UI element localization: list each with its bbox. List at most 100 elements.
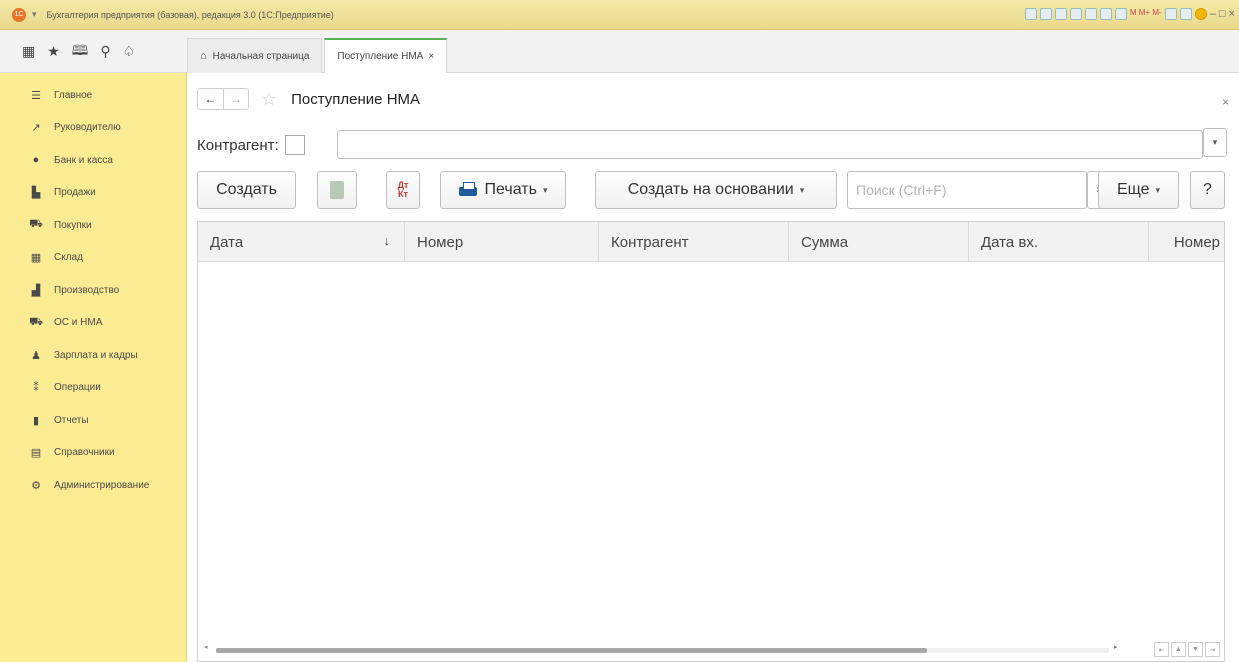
sidebar-item[interactable]: ⚙ Администрирование [0,469,186,502]
calendar-icon[interactable] [1099,8,1112,20]
copy-icon[interactable] [1084,8,1097,20]
column-header-incoming-number[interactable]: Номер [1149,222,1224,262]
section-icon: ↗ [31,122,41,135]
create-button-label: Создать [216,181,277,198]
sidebar-item-label: Руководителю [54,122,121,134]
tab-postuplenie-nma[interactable]: Поступление НМА × [324,38,448,73]
search-icon[interactable]: ⚲ [100,43,110,60]
sidebar-item[interactable]: ⛟ Покупки [0,209,186,242]
chevron-down-icon: ▾ [1155,184,1161,195]
tab-active-label: Поступление НМА [337,51,424,62]
sidebar-item[interactable]: ↗ Руководителю [0,112,186,145]
sections-sidebar: ☰ Главное ↗ Руководителю ● Банк и касса ▙ Прода… [0,73,187,662]
section-icon: ⁑ [33,382,39,395]
main-content: ← → ☆ Поступление НМА × Контрагент: ▾ Со… [187,73,1239,662]
home-icon: ⌂ [200,50,207,62]
chevron-down-icon: ▾ [799,184,805,195]
dt-kt-button[interactable]: Дт Кт [386,171,420,209]
apps-grid-icon[interactable]: ▦ [22,43,35,60]
section-icon: ▮ [32,414,40,427]
sidebar-item[interactable]: ♟ Зарплата и кадры [0,339,186,372]
sidebar-item-label: Продажи [54,187,96,199]
column-header-label: Номер [417,233,464,251]
table-pager: ⇤ ▲ ▼ ⇥ [1154,642,1220,657]
sidebar-item-label: Покупки [54,219,92,231]
pager-button[interactable]: ▼ [1188,642,1203,657]
app-logo-icon: 1С [12,7,26,22]
help-icon: ? [1203,181,1212,198]
section-icon: ⛟ [29,315,43,328]
pager-button[interactable]: ▲ [1171,642,1186,657]
sidebar-item[interactable]: ▟ Производство [0,274,186,307]
info-icon[interactable] [1194,8,1207,20]
print-button[interactable]: Печать ▾ [440,171,566,209]
tab-home-label: Начальная страница [212,50,310,62]
save-icon[interactable] [1069,8,1082,20]
print-button-label: Печать [484,181,537,198]
column-header-label: Сумма [801,233,849,251]
print-icon[interactable] [1039,8,1052,20]
sidebar-item[interactable]: ● Банк и касса [0,144,186,177]
window-controls[interactable]: – □ × [1210,8,1235,20]
main-menu-button[interactable]: ▾ [32,9,37,20]
sidebar-item[interactable]: ⛟ ОС и НМА [0,307,186,340]
table-icon[interactable] [1024,8,1037,20]
create-button[interactable]: Создать [197,171,296,209]
column-header-label: Номер [1173,233,1220,251]
counterparty-dropdown-button[interactable]: ▾ [1203,128,1227,157]
calculator-icon[interactable] [1114,8,1127,20]
history-icon[interactable]: 🕮 [72,40,89,64]
counterparty-label: Контрагент: [197,136,279,154]
create-based-on-button[interactable]: Создать на основании ▾ [595,171,837,209]
sidebar-item-label: Отчеты [54,414,89,426]
search-input[interactable]: Поиск (Ctrl+F) [847,171,1087,209]
tabs-bar: ⌂ Начальная страница Поступление НМА × [187,38,449,73]
column-header-date[interactable]: Дата ↓ [198,222,405,262]
sidebar-item-label: Операции [54,382,101,394]
column-header-incoming-date[interactable]: Дата вх. [969,222,1149,262]
scroll-left-icon[interactable]: ◂ [204,643,208,651]
create-based-on-label: Создать на основании [627,181,794,198]
navigation-bar: ▦ ★ 🕮 ⚲ ♤ ⌂ Начальная страница Поступление Н… [0,30,1239,73]
sidebar-item[interactable]: ▤ Справочники [0,437,186,470]
column-header-sum[interactable]: Сумма [789,222,969,262]
preview-icon[interactable] [1054,8,1067,20]
tab-home[interactable]: ⌂ Начальная страница [187,38,323,73]
counterparty-input[interactable] [337,130,1203,159]
window-icon[interactable] [1179,8,1192,20]
pager-button[interactable]: ⇥ [1205,642,1220,657]
favorite-star-icon[interactable]: ☆ [261,89,277,110]
page-title: Поступление НМА [291,90,421,108]
sidebar-item-label: Справочники [54,447,115,459]
table-header: Дата ↓ Номер Контрагент Сумма Дата вх. Н… [198,222,1224,262]
section-icon: ♟ [31,349,41,362]
sidebar-item[interactable]: ⁑ Операции [0,372,186,405]
horizontal-scrollbar[interactable]: ◂ ▸ ⇤ ▲ ▼ ⇥ [198,639,1224,661]
sidebar-item[interactable]: ▙ Продажи [0,177,186,210]
back-button[interactable]: ← [198,89,223,109]
column-header-counterparty[interactable]: Контрагент [599,222,789,262]
forward-button[interactable]: → [223,89,248,109]
scroll-thumb[interactable] [216,648,927,653]
post-document-button[interactable] [317,171,357,209]
dt-kt-icon: Дт Кт [398,181,409,199]
favorites-icon[interactable]: ★ [47,43,60,60]
memory-buttons[interactable]: M M+ M- [1130,8,1162,20]
sort-desc-icon: ↓ [383,233,391,248]
sidebar-item[interactable]: ▦ Склад [0,242,186,275]
zoom-icon[interactable] [1164,8,1177,20]
chevron-down-icon: ▾ [542,184,548,195]
notifications-icon[interactable]: ♤ [123,43,136,60]
column-header-number[interactable]: Номер [405,222,599,262]
sidebar-item[interactable]: ▮ Отчеты [0,404,186,437]
sidebar-item[interactable]: ☰ Главное [0,79,186,112]
help-button[interactable]: ? [1190,171,1225,209]
close-form-button[interactable]: × [1222,95,1229,109]
scroll-right-icon[interactable]: ▸ [1114,643,1118,651]
more-button[interactable]: Еще ▾ [1098,171,1179,209]
pager-button[interactable]: ⇤ [1154,642,1169,657]
section-icon: ☰ [31,89,41,102]
tab-close-icon[interactable]: × [428,51,434,62]
counterparty-checkbox[interactable] [284,135,305,155]
section-icon: ▦ [30,252,42,265]
